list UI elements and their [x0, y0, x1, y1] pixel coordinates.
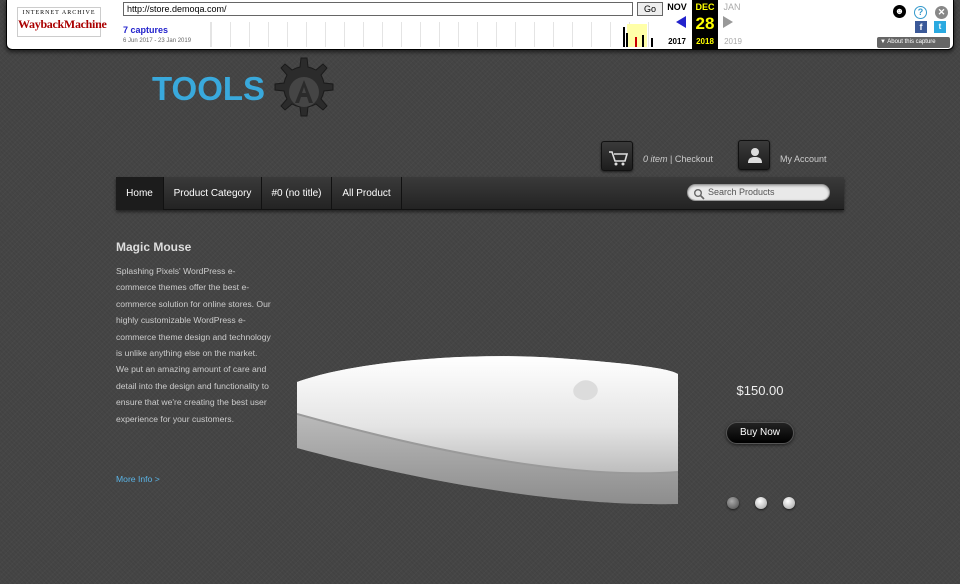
sparkline-bar [635, 37, 637, 47]
wayback-capture-range: 6 Jun 2017 - 23 Jan 2019 [123, 38, 192, 44]
sparkline-bar [626, 33, 628, 47]
product-image[interactable] [297, 354, 678, 524]
more-info-link[interactable]: More Info > [116, 474, 160, 484]
sparkline-bar [642, 35, 644, 47]
nav-item-product-category[interactable]: Product Category [164, 177, 262, 210]
wayback-month-prev[interactable]: NOV [665, 2, 689, 12]
nav-item-no-title[interactable]: #0 (no title) [262, 177, 332, 210]
sparkline-bar [623, 27, 625, 47]
cart-summary[interactable]: 0 item | Checkout [643, 154, 713, 164]
wayback-year-current: 2018 [696, 37, 714, 46]
main-nav: Home Product Category #0 (no title) All … [116, 177, 844, 210]
wayback-logo-main: WaybackMachine [18, 17, 107, 31]
wayback-logo[interactable]: INTERNET ARCHIVE WaybackMachine [17, 7, 107, 37]
wayback-url-input[interactable]: http://store.demoqa.com/ [123, 2, 633, 16]
wayback-day: 28 [695, 14, 715, 33]
cart-count: 0 item [643, 154, 668, 164]
wayback-year-prev[interactable]: 2017 [664, 37, 690, 46]
product-description: Splashing Pixels' WordPress e-commerce t… [116, 266, 271, 424]
person-glyph [748, 148, 762, 163]
search-input[interactable]: Search Products [687, 184, 830, 201]
next-capture-icon [723, 16, 733, 28]
help-icon[interactable]: ? [914, 6, 927, 19]
wayback-month-current: DEC [695, 2, 715, 12]
user-icon[interactable]: ☻ [893, 5, 906, 18]
close-icon[interactable]: ✕ [935, 6, 948, 19]
wayback-year-next: 2019 [724, 37, 742, 46]
sparkline-highlight [627, 24, 647, 47]
cart-glyph [609, 151, 629, 166]
twitter-icon[interactable]: t [934, 21, 946, 33]
wayback-month-next: JAN [723, 2, 741, 12]
cart-icon[interactable] [601, 141, 633, 171]
gear-icon [274, 57, 334, 117]
about-capture-button[interactable]: ▼ About this capture [877, 37, 950, 48]
site-logo[interactable]: TOOLS [150, 54, 350, 126]
slider-dot[interactable] [755, 497, 767, 509]
nav-item-home[interactable]: Home [116, 177, 164, 210]
product-price: $150.00 [736, 383, 784, 398]
product-title: Magic Mouse [116, 240, 192, 254]
wayback-toolbar: INTERNET ARCHIVE WaybackMachine http://s… [6, 0, 954, 50]
facebook-icon[interactable]: f [915, 21, 927, 33]
checkout-link[interactable]: Checkout [675, 154, 713, 164]
cart-separator: | [667, 154, 675, 164]
nav-item-all-product[interactable]: All Product [332, 177, 402, 210]
sparkline-bar [651, 38, 653, 47]
slider-dot[interactable] [783, 497, 795, 509]
account-icon[interactable] [738, 140, 770, 170]
my-account-link[interactable]: My Account [780, 154, 827, 164]
slider-dot[interactable] [727, 497, 739, 509]
logo-text: TOOLS [152, 70, 266, 107]
wayback-logo-top: INTERNET ARCHIVE [22, 10, 96, 16]
prev-capture-icon[interactable] [676, 16, 686, 28]
wayback-sparkline[interactable] [210, 22, 655, 47]
wayback-captures-link[interactable]: 7 captures [123, 25, 168, 35]
buy-now-button[interactable]: Buy Now [726, 422, 794, 444]
wayback-go-button[interactable]: Go [637, 2, 663, 16]
about-capture-label: About this capture [887, 39, 936, 45]
search-icon [694, 189, 705, 200]
